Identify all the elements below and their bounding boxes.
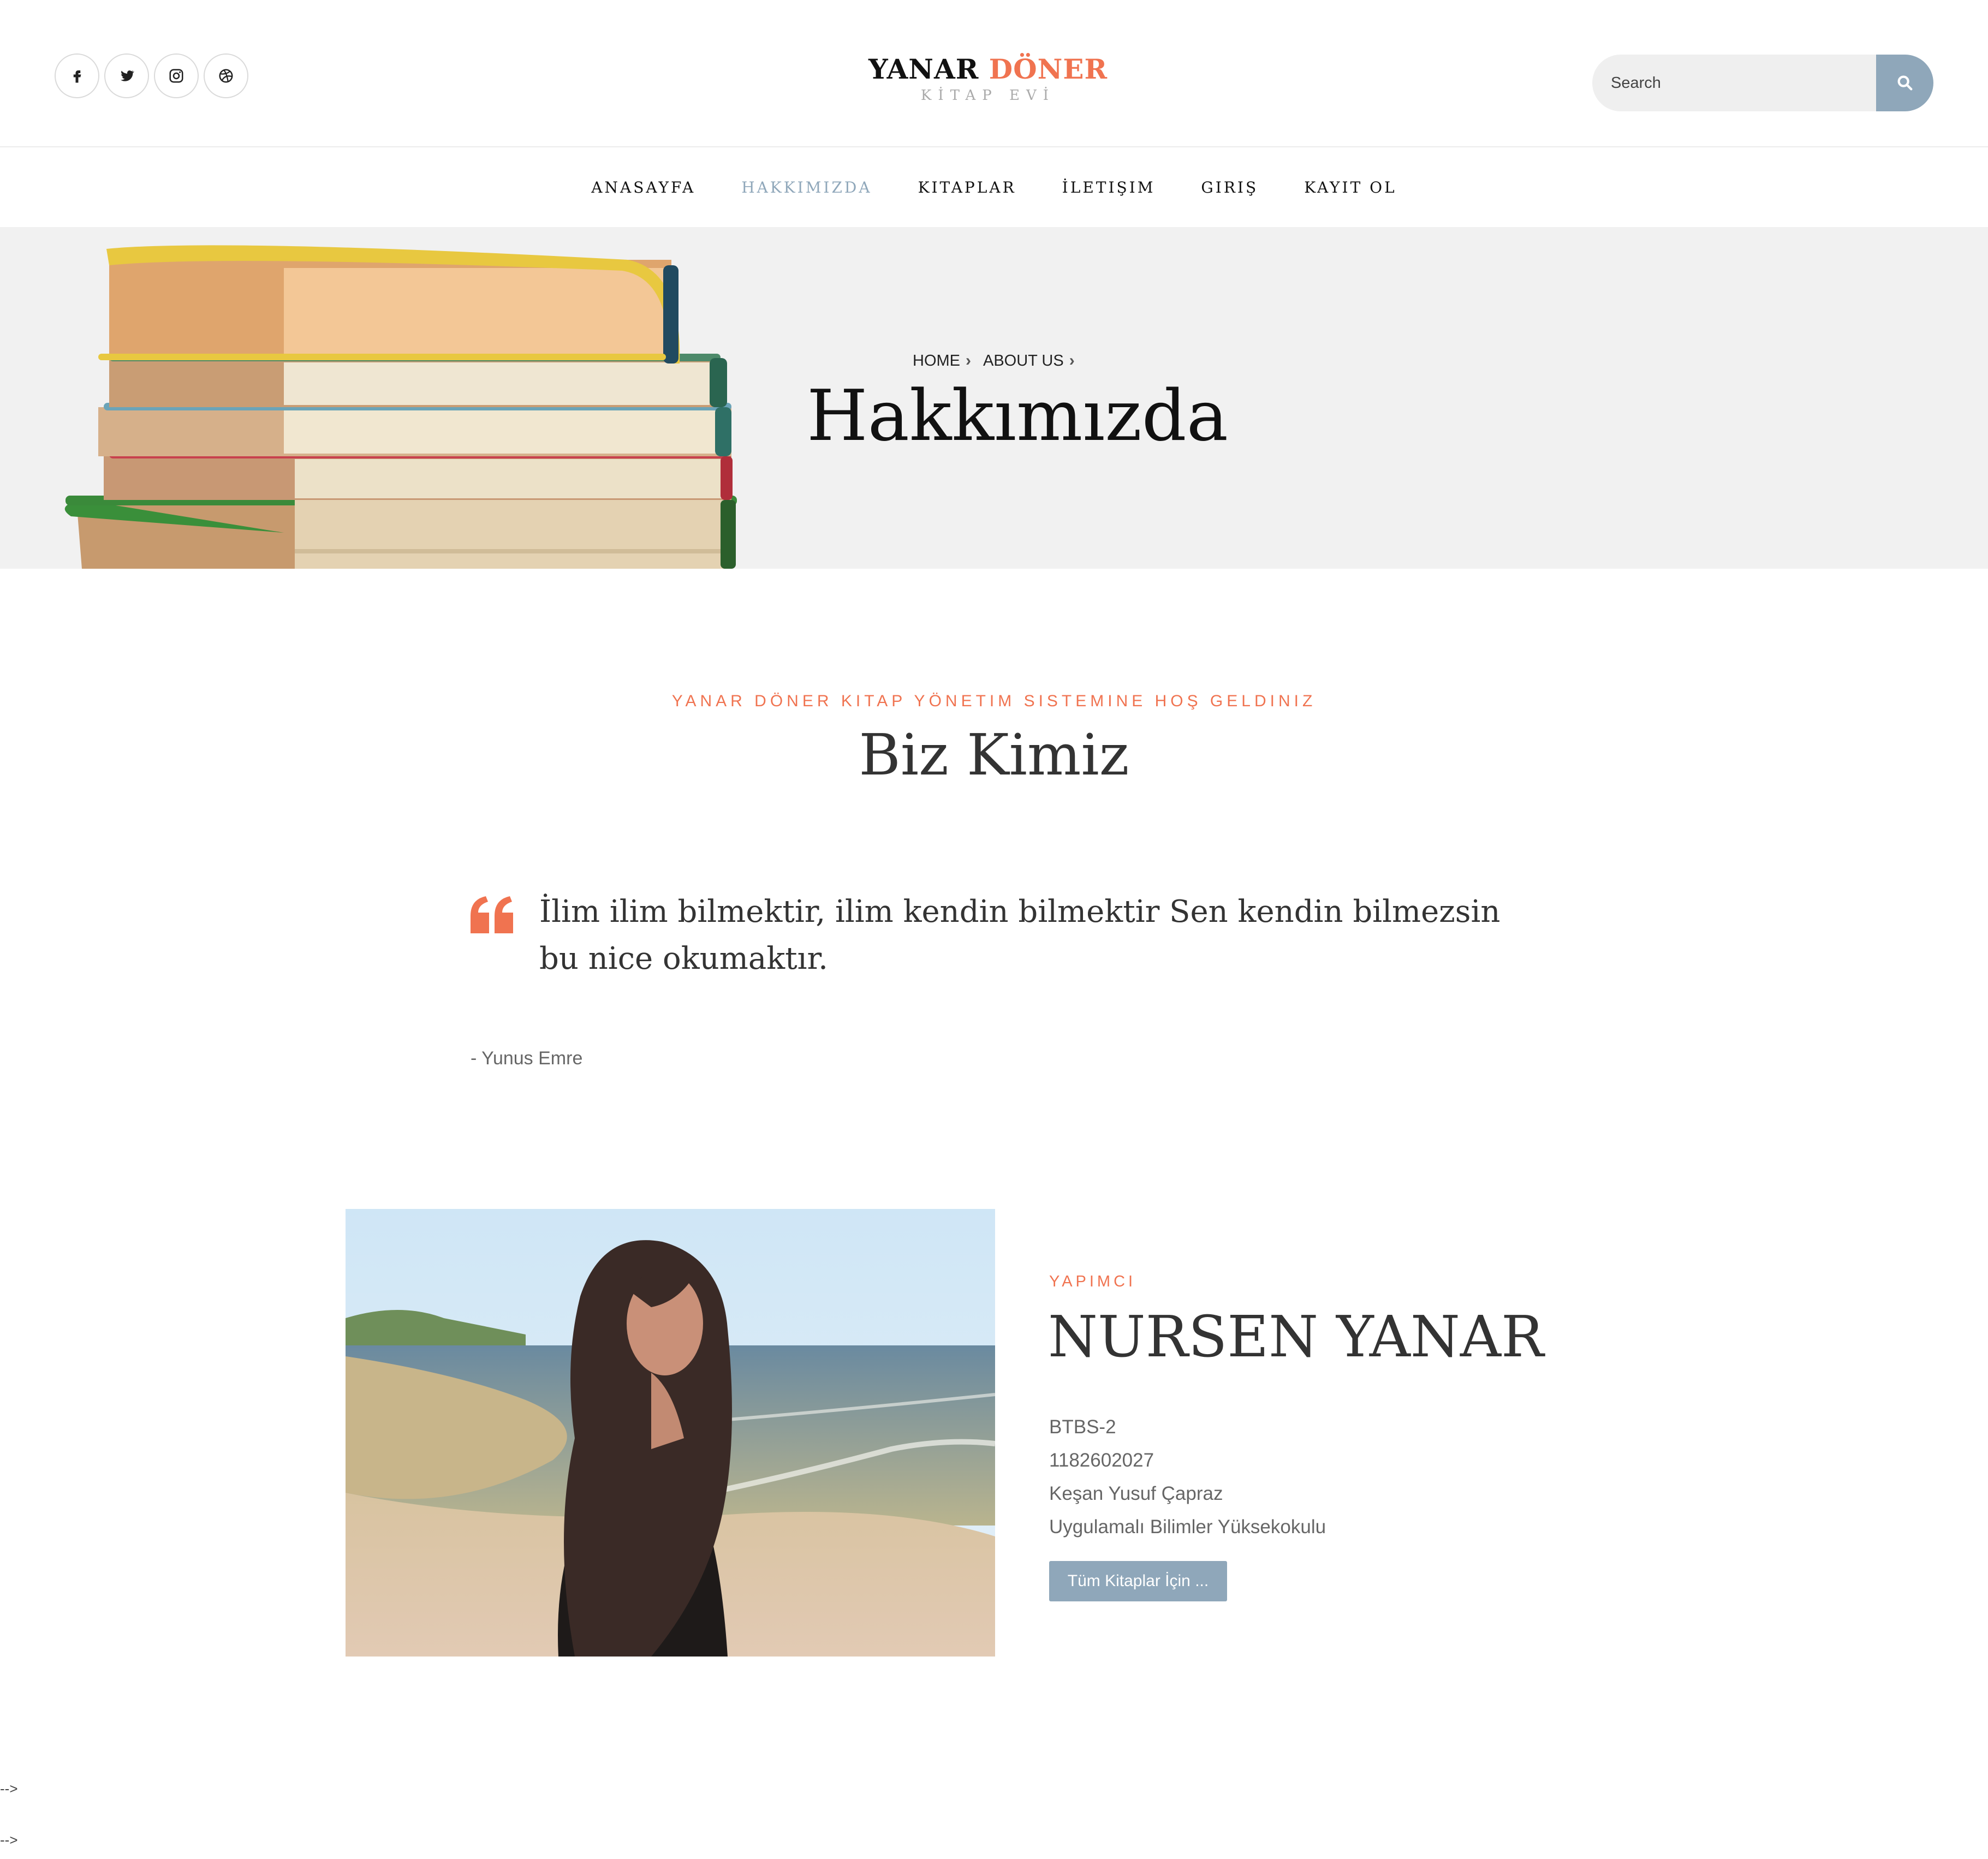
site-header: YANAR DÖNER KİTAP EVİ [0, 0, 1988, 147]
instagram-icon[interactable] [154, 53, 199, 98]
profile-school: Keşan Yusuf Çapraz [1049, 1483, 1223, 1504]
logo-title: YANAR DÖNER [857, 56, 1119, 83]
profile-photo [346, 1209, 995, 1657]
quote-icon [471, 896, 513, 933]
logo-title-accent: DÖNER [989, 53, 1108, 85]
stray-comment-text: --> [0, 1780, 18, 1797]
nav-item-kitaplar[interactable]: KITAPLAR [918, 178, 1016, 196]
facebook-icon[interactable] [55, 53, 99, 98]
chevron-right-icon: › [966, 351, 971, 370]
site-logo[interactable]: YANAR DÖNER KİTAP EVİ [857, 56, 1119, 104]
page-hero: HOME › ABOUT US › Hakkımızda [0, 227, 1988, 569]
quote-text: İlim ilim bilmektir, ilim kendin bilmekt… [539, 894, 1501, 976]
nav-item-kayit-ol[interactable]: KAYIT OL [1304, 178, 1397, 196]
quote-author: - Yunus Emre [471, 1048, 583, 1069]
main-nav: ANASAYFA HAKKIMIZDA KITAPLAR İLETIŞIM GI… [0, 147, 1988, 227]
twitter-icon[interactable] [104, 53, 149, 98]
logo-title-dark: YANAR [868, 53, 979, 85]
nav-item-hakkimizda[interactable]: HAKKIMIZDA [741, 178, 872, 196]
breadcrumb-home[interactable]: HOME [913, 352, 960, 370]
page-title: Hakkımızda [807, 376, 1228, 457]
dribbble-icon[interactable] [204, 53, 248, 98]
breadcrumb-about[interactable]: ABOUT US [983, 352, 1064, 370]
section-title: Biz Kimiz [859, 722, 1129, 788]
chevron-right-icon: › [1069, 351, 1075, 370]
search-input[interactable] [1592, 55, 1876, 111]
logo-subtitle: KİTAP EVİ [920, 87, 1056, 104]
books-stack-image [64, 245, 737, 569]
profile-class: BTBS-2 [1049, 1416, 1116, 1438]
nav-item-giris[interactable]: GIRIŞ [1201, 178, 1258, 196]
social-links [55, 53, 253, 98]
profile-role: YAPIMCI [1049, 1273, 1136, 1290]
welcome-kicker: YANAR DÖNER KITAP YÖNETIM SISTEMINE HOŞ … [671, 692, 1317, 710]
all-books-button[interactable]: Tüm Kitaplar İçin ... [1049, 1561, 1227, 1601]
breadcrumb: HOME › ABOUT US › [913, 351, 1087, 370]
profile-info: BTBS-2 1182602027 Keşan Yusuf Çapraz Uyg… [1049, 1410, 1326, 1544]
nav-item-anasayfa[interactable]: ANASAYFA [591, 178, 695, 196]
search-form [1592, 55, 1933, 111]
search-icon [1897, 75, 1912, 91]
beach-portrait-image [346, 1209, 995, 1657]
profile-name: NURSEN YANAR [1048, 1303, 1544, 1370]
search-button[interactable] [1876, 55, 1933, 111]
profile-faculty: Uygulamalı Bilimler Yüksekokulu [1049, 1516, 1326, 1538]
stray-comment-text: --> [0, 1832, 18, 1848]
nav-item-iletisim[interactable]: İLETIŞIM [1062, 178, 1156, 196]
profile-student-no: 1182602027 [1049, 1450, 1154, 1471]
